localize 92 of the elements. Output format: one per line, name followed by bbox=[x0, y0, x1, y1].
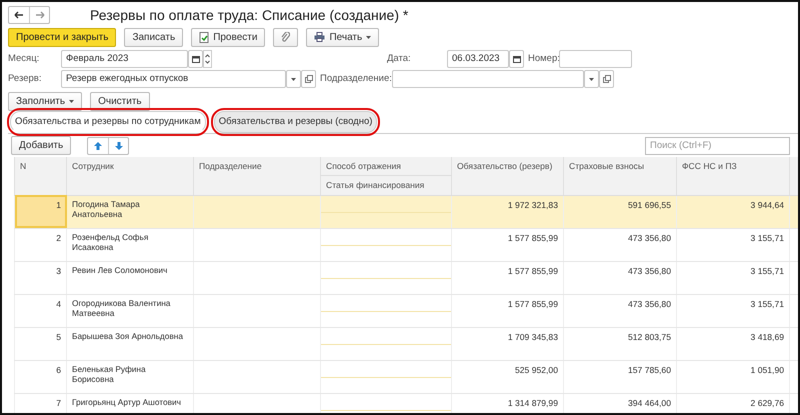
caret-icon bbox=[589, 78, 594, 80]
column-header[interactable]: Страховые взносы bbox=[564, 157, 676, 196]
back-arrow-icon bbox=[14, 11, 24, 19]
down-arrow-icon bbox=[114, 142, 123, 150]
table-cell: 1 051,90 bbox=[676, 360, 790, 394]
field-label: Резерв: bbox=[8, 72, 42, 86]
table-cell: 1 972 321,83 bbox=[452, 195, 564, 228]
table-cell: 1 709 345,83 bbox=[452, 327, 564, 360]
open-button[interactable] bbox=[599, 70, 614, 88]
table-cell: Ревин Лев Соломонович bbox=[66, 261, 194, 294]
number-field[interactable] bbox=[559, 50, 632, 68]
printer-icon bbox=[314, 32, 326, 42]
table-cell: 512 803,75 bbox=[564, 327, 676, 360]
open-window-icon bbox=[602, 75, 610, 83]
table-row[interactable]: 2 Розенфельд Софья Исааковна 1 577 855,99 473 356,80 3 155,71 bbox=[14, 228, 798, 262]
table-cell: 3 155,71 bbox=[676, 228, 790, 262]
subdivision-field[interactable] bbox=[392, 70, 584, 88]
tab[interactable]: Обязательства и резервы по сотрудникам bbox=[10, 110, 206, 133]
table-cell: 3 155,71 bbox=[676, 294, 790, 328]
save-button[interactable]: Записать bbox=[124, 28, 184, 46]
search-field[interactable]: Поиск (Ctrl+F) bbox=[645, 136, 790, 154]
table-cell: Барышева Зоя Арнольдовна bbox=[66, 327, 194, 360]
post-button[interactable]: Провести bbox=[191, 28, 266, 46]
table-row[interactable]: 6 Беленькая Руфина Борисовна 525 952,00 157 785,60 1 051,90 bbox=[14, 360, 798, 394]
table-row[interactable]: 4 Огородникова Валентина Матвеевна 1 577 855,99 473 356,80 3 155,71 bbox=[14, 294, 798, 328]
table-cell: Беленькая Руфина Борисовна bbox=[66, 360, 194, 394]
column-header[interactable]: Сотрудник bbox=[66, 157, 194, 196]
fill-button[interactable]: Заполнить bbox=[8, 92, 82, 110]
row-number: 2 bbox=[14, 228, 66, 262]
table-cell: 2 629,76 bbox=[676, 393, 790, 413]
field-label: Дата: bbox=[387, 52, 412, 66]
table-cell: 1 314 879,99 bbox=[452, 393, 564, 413]
table-cell: 591 696,55 bbox=[564, 195, 676, 228]
field-label: Месяц: bbox=[8, 52, 40, 66]
row-number: 3 bbox=[14, 261, 66, 294]
document-icon bbox=[199, 32, 210, 42]
table-cell: 157 785,60 bbox=[564, 360, 676, 394]
window-title: Резервы по оплате труда: Списание (создание) * bbox=[90, 6, 408, 25]
caret-icon bbox=[291, 78, 296, 80]
table-row[interactable]: 7 Григорьянц Артур Ашотович 1 314 879,99 394 464,00 2 629,76 bbox=[14, 393, 798, 413]
date-field[interactable]: 06.03.2023 bbox=[447, 50, 509, 68]
post-and-close-button[interactable]: Провести и закрыть bbox=[8, 28, 116, 46]
reserve-field[interactable]: Резерв ежегодных отпусков bbox=[61, 70, 286, 88]
table-cell: Григорьянц Артур Ашотович bbox=[66, 393, 194, 413]
spinner-icon[interactable] bbox=[203, 50, 212, 68]
table-cell: 473 356,80 bbox=[564, 228, 676, 262]
table-cell: 3 944,64 bbox=[676, 195, 790, 228]
row-number: 7 bbox=[14, 393, 66, 413]
forward-arrow-icon bbox=[34, 11, 44, 19]
field-label: Подразделение: bbox=[320, 72, 392, 86]
table-cell: 3 418,69 bbox=[676, 327, 790, 360]
row-number: 5 bbox=[14, 327, 66, 360]
calendar-icon bbox=[192, 56, 200, 62]
table-cell: 3 155,71 bbox=[676, 261, 790, 294]
table-cell: 473 356,80 bbox=[564, 294, 676, 328]
table-cell: 394 464,00 bbox=[564, 393, 676, 413]
table-row[interactable]: 5 Барышева Зоя Арнольдовна 1 709 345,83 512 803,75 3 418,69 bbox=[14, 327, 798, 360]
column-header[interactable]: Способ отражения bbox=[320, 157, 452, 176]
attach-button[interactable] bbox=[273, 28, 298, 46]
column-header[interactable]: N bbox=[14, 157, 66, 196]
row-number: 1 bbox=[14, 195, 66, 228]
calendar-button[interactable] bbox=[509, 50, 524, 68]
add-button[interactable]: Добавить bbox=[11, 136, 72, 155]
table-cell: Огородникова Валентина Матвеевна bbox=[66, 294, 194, 328]
table-cell: Погодина Тамара Анатольевна bbox=[66, 195, 194, 228]
dropdown-button[interactable] bbox=[286, 70, 301, 88]
field-label: Номер: bbox=[528, 52, 559, 66]
row-number: 6 bbox=[14, 360, 66, 394]
open-window-icon bbox=[304, 75, 312, 83]
column-header[interactable]: Обязательство (резерв) bbox=[452, 157, 564, 196]
dropdown-button[interactable] bbox=[584, 70, 599, 88]
table-cell: 1 577 855,99 bbox=[452, 261, 564, 294]
column-header[interactable]: ФСС НС и ПЗ bbox=[676, 157, 790, 196]
row-number: 4 bbox=[14, 294, 66, 328]
table-cell: 1 577 855,99 bbox=[452, 228, 564, 262]
month-field[interactable]: Февраль 2023 bbox=[61, 50, 188, 68]
table-row[interactable]: 1 Погодина Тамара Анатольевна 1 972 321,83 591 696,55 3 944,64 bbox=[14, 195, 798, 228]
column-header[interactable]: Подразделение bbox=[194, 157, 320, 196]
table-cell: Розенфельд Софья Исааковна bbox=[66, 228, 194, 262]
up-arrow-icon bbox=[94, 142, 102, 150]
paperclip-icon bbox=[281, 32, 290, 42]
table-cell: 1 577 855,99 bbox=[452, 294, 564, 328]
table-row[interactable]: 3 Ревин Лев Соломонович 1 577 855,99 473 356,80 3 155,71 bbox=[14, 261, 798, 294]
table-cell: 473 356,80 bbox=[564, 261, 676, 294]
calendar-button[interactable] bbox=[188, 50, 203, 68]
table-cell: 525 952,00 bbox=[452, 360, 564, 394]
column-header[interactable]: Статья финансирования bbox=[320, 176, 452, 196]
print-button[interactable]: Печать bbox=[306, 28, 380, 46]
open-button[interactable] bbox=[301, 70, 316, 88]
tab[interactable]: Обязательства и резервы (сводно) bbox=[214, 110, 378, 133]
caret-icon bbox=[366, 36, 372, 38]
calendar-icon bbox=[512, 56, 520, 62]
